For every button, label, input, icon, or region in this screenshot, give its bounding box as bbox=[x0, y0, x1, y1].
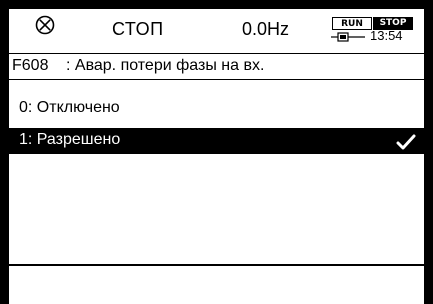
output-frequency: 0.0Hz bbox=[242, 19, 290, 39]
option-label: 1: Разрешено bbox=[19, 131, 121, 148]
device-display-frame: СТОП 0.0Hz RUN STOP 13:54 F608 : Авар. п… bbox=[0, 0, 433, 304]
run-mode-indicator: RUN bbox=[332, 17, 372, 30]
circle-x-icon bbox=[35, 15, 55, 35]
checkmark-icon bbox=[396, 134, 416, 150]
clock-time: 13:54 bbox=[370, 28, 403, 43]
parameter-code: F608 bbox=[12, 57, 49, 74]
option-disabled[interactable]: 0: Отключено bbox=[9, 96, 424, 122]
parameter-title: : Авар. потери фазы на вх. bbox=[66, 57, 265, 74]
status-bar: СТОП 0.0Hz RUN STOP 13:54 bbox=[9, 9, 424, 55]
option-enabled[interactable]: 1: Разрешено bbox=[9, 128, 424, 154]
option-label: 0: Отключено bbox=[19, 99, 120, 116]
drive-state: СТОП bbox=[112, 19, 164, 39]
footer-divider bbox=[9, 264, 424, 266]
parameter-header: F608 : Авар. потери фазы на вх. bbox=[9, 53, 424, 80]
lcd-screen: СТОП 0.0Hz RUN STOP 13:54 F608 : Авар. п… bbox=[9, 9, 424, 304]
battery-icon bbox=[331, 32, 365, 42]
